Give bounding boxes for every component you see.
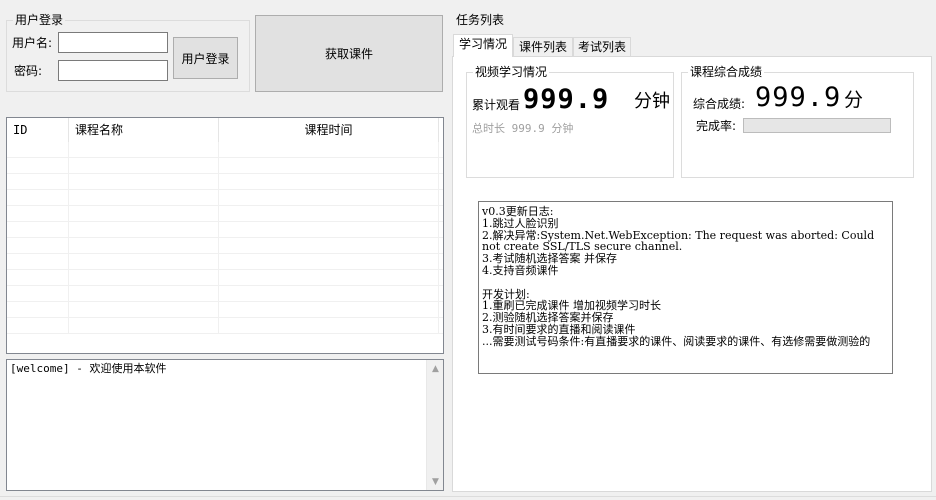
table-cell [69,254,219,270]
watched-unit: 分钟 [634,91,670,112]
table-cell [219,302,439,318]
table-cell [7,318,69,334]
table-cell [219,270,439,286]
table-row [7,318,443,334]
status-bar [0,496,936,500]
login-group-title: 用户登录 [13,13,66,27]
table-row [7,238,443,254]
table-row [7,222,443,238]
table-row [7,270,443,286]
column-header-course-time[interactable]: 课程时间 [219,118,439,142]
completion-progress-bar [743,118,891,133]
changelog-line: 3.有时间要求的直播和阅读课件 [482,322,636,336]
column-header-id[interactable]: ID [7,118,69,142]
table-cell [219,254,439,270]
log-textbox[interactable]: [welcome] - 欢迎使用本软件 ▲ ▼ [6,359,444,491]
username-input[interactable] [58,32,168,53]
total-duration-text: 总时长 999.9 分钟 [472,122,574,135]
table-row [7,190,443,206]
table-cell [7,190,69,206]
table-cell [7,254,69,270]
table-cell [7,238,69,254]
table-cell [7,286,69,302]
table-cell [7,158,69,174]
log-scrollbar[interactable]: ▲ ▼ [426,360,443,490]
changelog-line: 1.跳过人脸识别 [482,216,559,230]
watched-value: 999.9 [523,84,610,115]
table-cell [219,190,439,206]
tab-exam-list[interactable]: 考试列表 [573,37,631,57]
table-cell [219,142,439,158]
table-cell [219,318,439,334]
table-cell [219,222,439,238]
password-input[interactable] [58,60,168,81]
changelog-textbox[interactable]: v0.3更新日志: 1.跳过人脸识别 2.解决异常:System.Net.WebEx… [478,201,893,374]
table-cell [69,302,219,318]
completion-label: 完成率: [696,119,737,133]
login-button[interactable]: 用户登录 [173,37,238,79]
table-cell [7,206,69,222]
table-cell [69,318,219,334]
score-unit: 分 [844,89,864,111]
table-cell [69,190,219,206]
table-cell [69,142,219,158]
score-label: 综合成绩: [693,97,746,111]
table-row [7,286,443,302]
video-study-group-title: 视频学习情况 [473,65,550,79]
table-cell [7,174,69,190]
table-cell [7,302,69,318]
course-list-grid [7,142,443,353]
changelog-line: 4.支持音频课件 [482,263,559,277]
tab-study-status[interactable]: 学习情况 [453,34,513,57]
table-cell [69,286,219,302]
password-label: 密码: [14,64,43,78]
scroll-down-icon[interactable]: ▼ [427,473,444,490]
study-status-panel: 视频学习情况 累计观看 999.9 分钟 总时长 999.9 分钟 课程综合成绩… [452,56,932,492]
log-text: [welcome] - 欢迎使用本软件 [10,362,167,375]
scroll-up-icon[interactable]: ▲ [427,360,444,377]
table-cell [69,222,219,238]
table-cell [69,206,219,222]
table-cell [69,270,219,286]
task-list-title: 任务列表 [456,13,505,27]
table-cell [69,158,219,174]
table-row [7,254,443,270]
table-cell [219,286,439,302]
fetch-courseware-button[interactable]: 获取课件 [255,15,443,92]
table-cell [7,222,69,238]
changelog-line [482,277,889,289]
table-cell [7,270,69,286]
changelog-line: 2.解决异常:System.Net.WebException: The requ… [482,228,878,254]
score-value: 999.9 [755,82,842,113]
table-cell [219,238,439,254]
table-row [7,206,443,222]
watched-label: 累计观看 [472,98,521,112]
changelog-line: ...需要测试号码条件:有直播要求的课件、阅读要求的课件、有选修需要做测验的 [482,334,871,348]
table-cell [219,174,439,190]
table-row [7,174,443,190]
table-cell [219,158,439,174]
table-cell [69,238,219,254]
course-list-header: ID 课程名称 课程时间 [7,118,443,142]
course-list-view[interactable]: ID 课程名称 课程时间 [6,117,444,354]
table-row [7,142,443,158]
table-cell [219,206,439,222]
username-label: 用户名: [12,36,53,50]
tab-courseware-list[interactable]: 课件列表 [513,37,573,57]
table-cell [69,174,219,190]
table-row [7,302,443,318]
column-header-course-name[interactable]: 课程名称 [69,118,219,142]
table-cell [7,142,69,158]
course-grade-group-title: 课程综合成绩 [688,65,765,79]
table-row [7,158,443,174]
